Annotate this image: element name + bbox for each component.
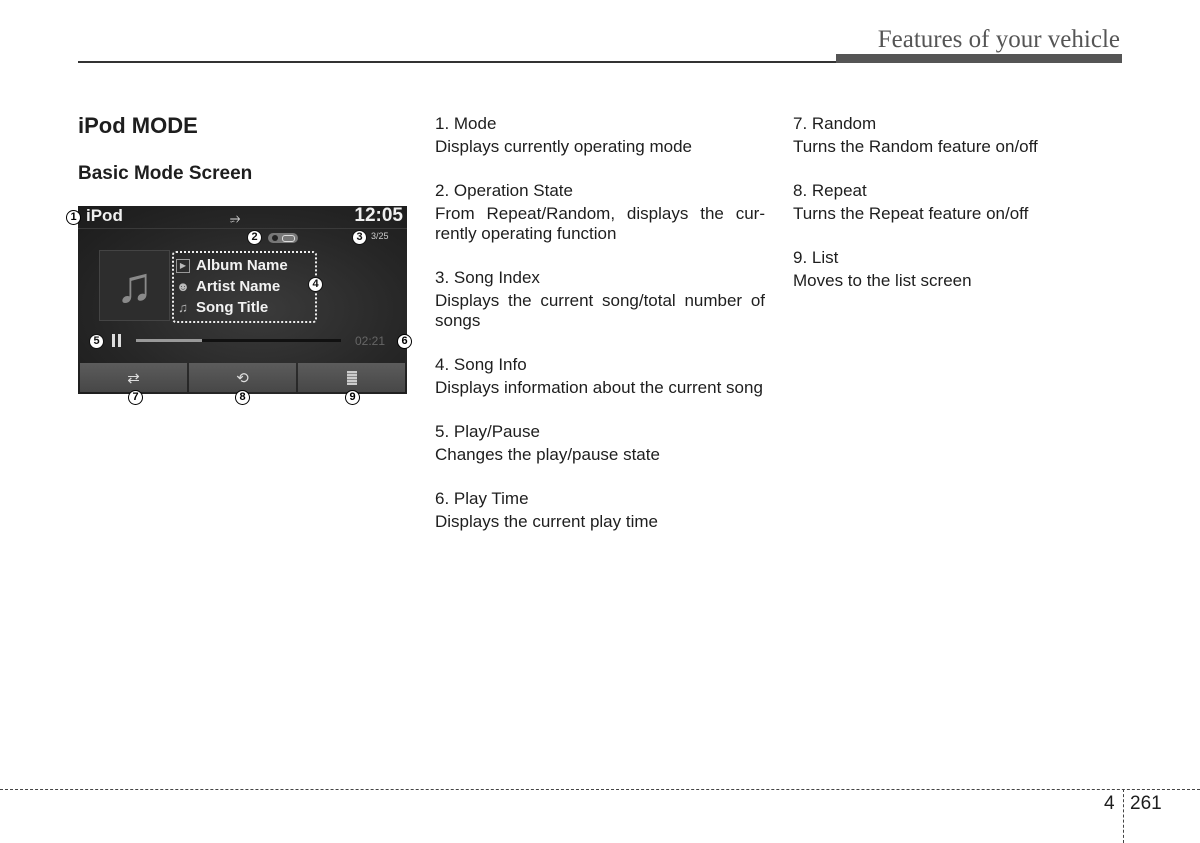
item-desc: Moves to the list screen: [793, 271, 972, 290]
usb-icon: ⭌: [230, 210, 241, 225]
callout-4: 4: [308, 277, 323, 292]
item-random: 7. Random Turns the Random feature on/of…: [793, 114, 1123, 157]
repeat-button[interactable]: ⟲: [189, 363, 296, 392]
list-icon: [346, 370, 357, 385]
callout-9: 9: [345, 390, 360, 405]
song-row: ♫ Song Title: [176, 297, 268, 318]
album-row: ▶ Album Name: [176, 255, 288, 276]
callout-5: 5: [89, 334, 104, 349]
chapter-number: 4: [1104, 793, 1115, 814]
item-desc: Displays information about the current s…: [435, 378, 763, 397]
section-title: iPod MODE: [78, 113, 198, 138]
item-title: 9. List: [793, 248, 839, 267]
footer-divider: [0, 789, 1200, 790]
item-title: 8. Repeat: [793, 181, 867, 200]
item-repeat: 8. Repeat Turns the Repeat feature on/of…: [793, 181, 1123, 224]
progress-fill: [136, 339, 202, 342]
item-desc: Displays currently operating mode: [435, 137, 693, 156]
item-song-index: 3. Song Index Displays the current song/…: [435, 268, 765, 331]
album-icon: ▶: [176, 258, 190, 273]
clock: 12:05: [354, 205, 403, 226]
header-rule-thin: [78, 61, 836, 63]
item-song-info: 4. Song Info Displays information about …: [435, 355, 765, 398]
item-mode: 1. Mode Displays currently operating mod…: [435, 114, 765, 157]
artist-name: Artist Name: [196, 278, 281, 295]
callout-2: 2: [247, 230, 262, 245]
footer-page-divider: [1123, 789, 1124, 843]
item-title: 4. Song Info: [435, 355, 527, 374]
callout-1: 1: [66, 210, 81, 225]
item-title: 2. Operation State: [435, 181, 573, 200]
callout-6: 6: [397, 334, 412, 349]
song-title: Song Title: [196, 299, 269, 316]
callout-3: 3: [352, 230, 367, 245]
item-desc: Displays the current play time: [435, 512, 658, 531]
descriptions-column-1: 1. Mode Displays currently operating mod…: [435, 114, 765, 556]
play-time: 02:21: [355, 334, 386, 348]
item-title: 3. Song Index: [435, 268, 540, 287]
operation-state-icon: [268, 233, 298, 243]
shuffle-icon: ⇄: [127, 369, 140, 387]
item-desc: From Repeat/Random, displays the cur-ren…: [435, 204, 765, 243]
person-icon: ☻: [176, 278, 190, 294]
random-button[interactable]: ⇄: [80, 363, 187, 392]
header-title: Features of your vehicle: [877, 26, 1120, 53]
repeat-icon: ⟲: [236, 369, 249, 387]
item-desc: Displays the current song/total number o…: [435, 291, 765, 330]
pause-icon[interactable]: [112, 334, 121, 347]
item-play-pause: 5. Play/Pause Changes the play/pause sta…: [435, 422, 765, 465]
item-desc: Turns the Repeat feature on/off: [793, 204, 1029, 223]
song-info: ▶ Album Name ☻ Artist Name ♫ Song Title: [172, 251, 317, 323]
artist-row: ☻ Artist Name: [176, 276, 280, 297]
descriptions-column-2: 7. Random Turns the Random feature on/of…: [793, 114, 1123, 315]
item-title: 7. Random: [793, 114, 877, 133]
item-play-time: 6. Play Time Displays the current play t…: [435, 489, 765, 532]
callout-7: 7: [128, 390, 143, 405]
music-note-icon: ♫: [115, 257, 154, 313]
header-rule-thick: [836, 54, 1122, 63]
progress-bar[interactable]: [136, 339, 341, 342]
album-name: Album Name: [196, 257, 288, 274]
section-subtitle: Basic Mode Screen: [78, 163, 253, 184]
item-desc: Turns the Random feature on/off: [793, 137, 1038, 156]
screen-top-bar: iPod ⭌ 12:05: [78, 205, 407, 229]
callout-8: 8: [235, 390, 250, 405]
mode-label: iPod: [86, 206, 123, 225]
song-index: 3/25: [371, 231, 389, 241]
item-desc: Changes the play/pause state: [435, 445, 660, 464]
item-operation-state: 2. Operation State From Repeat/Random, d…: [435, 181, 765, 244]
item-title: 6. Play Time: [435, 489, 529, 508]
list-button[interactable]: [298, 363, 405, 392]
item-list: 9. List Moves to the list screen: [793, 248, 1123, 291]
music-note-small-icon: ♫: [178, 299, 188, 315]
screen-button-bar: ⇄ ⟲: [80, 363, 405, 392]
item-title: 5. Play/Pause: [435, 422, 540, 441]
item-title: 1. Mode: [435, 114, 497, 133]
page-number: 261: [1130, 793, 1162, 814]
album-art: ♫: [99, 250, 170, 321]
